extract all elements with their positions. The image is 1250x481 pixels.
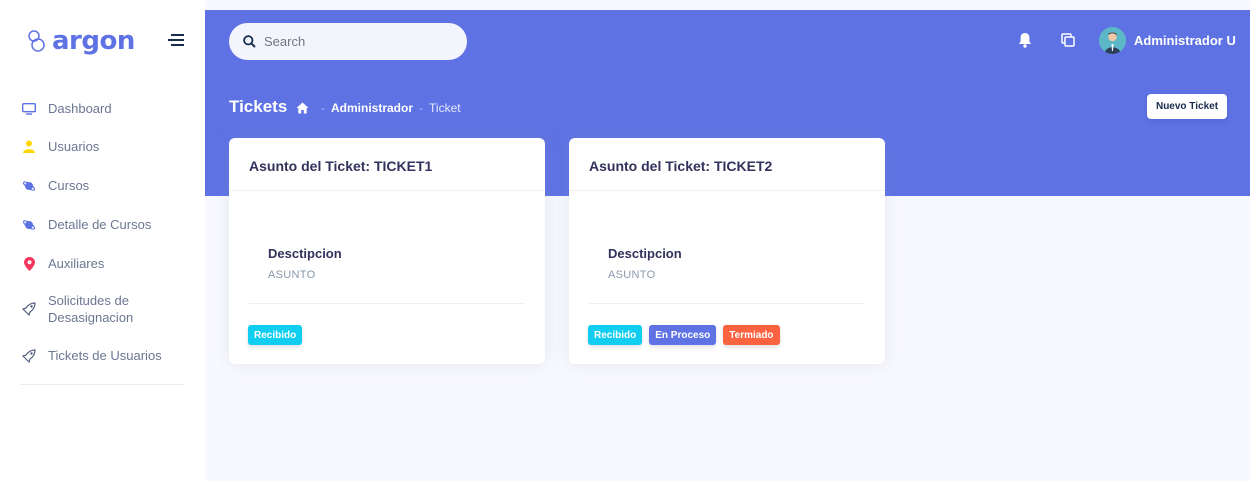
sidebar-item-usuarios[interactable]: Usuarios: [20, 138, 190, 155]
sidebar-item-label: Dashboard: [48, 101, 112, 116]
user-name[interactable]: Administrador U: [1134, 33, 1236, 48]
sidebar: argon Dashboard Usuarios Cursos Detalle …: [0, 0, 205, 481]
sidebar-item-label: Solicitudes de Desasignacion: [48, 292, 133, 326]
ticket-description-value: ASUNTO: [608, 269, 656, 281]
bell-icon[interactable]: [1018, 32, 1032, 48]
sidenav-toggle-icon[interactable]: [168, 33, 184, 47]
sidebar-item-label: Auxiliares: [48, 256, 105, 271]
argon-logo-icon: [28, 30, 45, 52]
sidebar-item-detalle-cursos[interactable]: Detalle de Cursos: [20, 216, 190, 233]
ticket-description-label: Desctipcion: [608, 246, 682, 261]
sidebar-item-label: Cursos: [48, 178, 90, 193]
rocket-icon: [20, 301, 38, 317]
sidebar-item-label: Usuarios: [48, 139, 100, 154]
ticket-status-badges: Recibido En Proceso Termiado: [588, 325, 780, 345]
status-received-button[interactable]: Recibido: [248, 325, 303, 345]
ticket-card: Asunto del Ticket: TICKET1 Desctipcion A…: [229, 138, 545, 364]
avatar[interactable]: [1099, 27, 1126, 54]
sidebar-item-label: Detalle de Cursos: [48, 217, 152, 232]
rocket-icon: [20, 348, 38, 364]
sidebar-item-auxiliares[interactable]: Auxiliares: [20, 255, 190, 272]
ticket-description-label: Desctipcion: [268, 246, 342, 261]
sidebar-item-cursos[interactable]: Cursos: [20, 177, 190, 194]
status-in-progress-button[interactable]: En Proceso: [649, 325, 717, 345]
breadcrumb-ticket: Ticket: [429, 101, 461, 115]
sidebar-item-label-line2: Desasignacion: [48, 310, 134, 325]
new-ticket-button[interactable]: Nuevo Ticket: [1147, 94, 1227, 119]
user-avatar-icon: [1099, 27, 1126, 54]
status-received-button[interactable]: Recibido: [588, 325, 643, 345]
search-box[interactable]: [229, 23, 467, 60]
card-divider: [589, 303, 865, 304]
planet-icon: [20, 217, 38, 233]
sidebar-item-tickets-usuarios[interactable]: Tickets de Usuarios: [20, 347, 190, 364]
page-title: Tickets: [229, 97, 288, 116]
sidebar-item-dashboard[interactable]: Dashboard: [20, 100, 190, 117]
breadcrumb-separator: -: [419, 101, 424, 115]
user-icon: [20, 139, 38, 155]
sidebar-divider: [20, 384, 185, 385]
ticket-description-value: ASUNTO: [268, 269, 316, 281]
sidebar-item-label-line1: Solicitudes de: [48, 293, 129, 308]
planet-icon: [20, 178, 38, 194]
devices-icon[interactable]: [1061, 33, 1075, 47]
search-input[interactable]: [264, 34, 454, 49]
tv-icon: [20, 101, 38, 117]
sidebar-item-solicitudes[interactable]: Solicitudes de Desasignacion: [20, 292, 190, 326]
status-finished-button[interactable]: Termiado: [723, 325, 780, 345]
home-icon[interactable]: [296, 102, 309, 114]
ticket-status-badges: Recibido: [248, 325, 303, 345]
card-divider: [249, 303, 525, 304]
ticket-card: Asunto del Ticket: TICKET2 Desctipcion A…: [569, 138, 885, 364]
ticket-subject: Asunto del Ticket: TICKET1: [229, 138, 545, 191]
search-icon: [243, 35, 256, 48]
breadcrumb: - Administrador - Ticket: [296, 101, 461, 115]
sidebar-item-label: Tickets de Usuarios: [48, 348, 162, 363]
breadcrumb-administrador[interactable]: Administrador: [331, 101, 413, 115]
pin-icon: [20, 256, 38, 272]
ticket-subject: Asunto del Ticket: TICKET2: [569, 138, 885, 191]
brand-name: argon: [52, 26, 135, 56]
brand[interactable]: argon: [25, 26, 135, 56]
breadcrumb-separator: -: [321, 101, 325, 115]
main-content: Administrador U Tickets - Administrador …: [205, 0, 1250, 481]
